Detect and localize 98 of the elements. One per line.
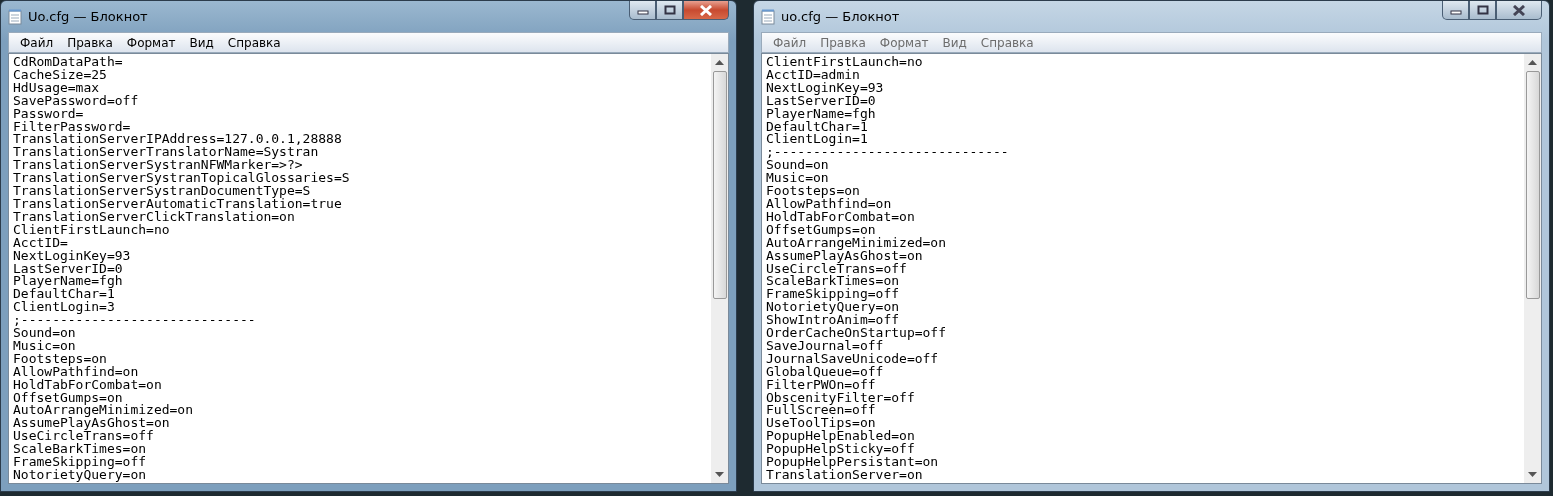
text-line: ClientFirstLaunch=no xyxy=(13,223,171,237)
text-line: FrameSkipping=off xyxy=(766,288,901,302)
text-line: Music=on xyxy=(766,172,830,186)
text-line: PopupHelpSticky=off xyxy=(766,443,915,457)
maximize-button[interactable] xyxy=(1469,1,1496,20)
close-button[interactable] xyxy=(1496,1,1542,20)
menu-item[interactable]: Правка xyxy=(60,35,120,50)
scrollbar[interactable] xyxy=(1524,54,1541,483)
text-line: JournalSaveUnicode=off xyxy=(766,352,940,366)
menu-item[interactable]: Правка xyxy=(813,35,873,50)
text-line: UseCircleTrans=off xyxy=(13,430,154,444)
text-line: HdUsage=max xyxy=(13,81,101,95)
text-line: AutoArrangeMinimized=on xyxy=(13,404,194,418)
text-line: HoldTabForCombat=on xyxy=(766,210,916,224)
text-line: LastServerID=0 xyxy=(13,262,123,276)
text-line: Footsteps=on xyxy=(13,352,108,366)
scroll-up-icon[interactable] xyxy=(715,60,724,65)
text-line: TranslationServer=on xyxy=(766,469,923,482)
text-line: CacheSize=25 xyxy=(13,68,108,82)
window-title: uo.cfg — Блокнот xyxy=(781,9,901,24)
text-line: CdRomDataPath= xyxy=(13,56,124,69)
text-line: Footsteps=on xyxy=(766,185,860,198)
text-line: ClientLogin=3 xyxy=(13,301,116,315)
notepad-icon xyxy=(8,8,22,25)
text-line: HoldTabForCombat=on xyxy=(13,378,163,392)
text-line: ObscenityFilter=off xyxy=(766,391,916,405)
text-line: AcctID=admin xyxy=(766,68,861,82)
text-line: DefaultChar=1 xyxy=(766,120,868,134)
text-line: ShowIntroAnim=off xyxy=(766,314,900,328)
menu-item[interactable]: Формат xyxy=(872,35,936,50)
text-line: AllowPathfind=on xyxy=(766,197,893,211)
text-line: PopupHelpEnabled=on xyxy=(766,430,916,444)
text-line: AllowPathfind=on xyxy=(13,365,140,379)
close-icon xyxy=(699,4,713,16)
text-line: ScaleBarkTimes=on xyxy=(13,443,148,457)
text-line: OffsetGumps=on xyxy=(13,391,123,405)
text-line: AutoArrangeMinimized=on xyxy=(766,236,947,250)
text-line: Password= xyxy=(13,107,85,121)
scroll-thumb[interactable] xyxy=(1525,71,1540,299)
scroll-thumb[interactable] xyxy=(712,71,727,299)
text-line: OrderCacheOnStartup=off xyxy=(766,327,947,340)
text-line: Sound=on xyxy=(766,159,829,173)
menu-item[interactable]: Вид xyxy=(935,35,974,50)
window-title: Uo.cfg — Блокнот xyxy=(28,9,149,24)
text-line: ;------------------------------ xyxy=(13,314,257,328)
maximize-icon xyxy=(1476,5,1489,15)
text-line: AssumePlayAsGhost=on xyxy=(13,417,170,431)
text-line: FullScreen=off xyxy=(766,404,876,418)
text-line: ;------------------------------ xyxy=(766,146,1010,160)
text-line: FilterPWOn=off xyxy=(766,378,876,392)
text-line: NotorietyQuery=on xyxy=(13,469,148,482)
text-line: NextLoginKey=93 xyxy=(13,249,132,263)
text-line: PlayerName=fgh xyxy=(13,275,124,289)
text-line: SavePassword=off xyxy=(13,94,140,108)
scroll-down-icon[interactable] xyxy=(715,472,724,477)
text-line: PopupHelpPersistant=on xyxy=(766,456,940,469)
text-line: LastServerID=0 xyxy=(766,94,876,108)
scroll-up-icon[interactable] xyxy=(1528,60,1537,65)
minimize-button[interactable] xyxy=(629,1,656,20)
text-line: TranslationServerClickTranslation=on xyxy=(13,210,296,224)
text-line: ScaleBarkTimes=on xyxy=(766,275,901,289)
text-line: AssumePlayAsGhost=on xyxy=(766,249,923,263)
text-line: Sound=on xyxy=(13,327,76,340)
text-line: TranslationServerTranslatorName=Systran xyxy=(13,146,319,160)
menu-item[interactable]: Справка xyxy=(973,35,1041,50)
text-line: TranslationServerSystranNFWMarker=>?> xyxy=(13,159,303,173)
menu-item[interactable]: Файл xyxy=(13,35,61,50)
text-line: TranslationServerSystranDocumentType=S xyxy=(13,185,311,198)
text-line: Music=on xyxy=(13,339,77,353)
maximize-icon xyxy=(663,5,676,15)
text-line: NextLoginKey=93 xyxy=(766,81,885,95)
text-line: FilterPassword= xyxy=(13,120,131,134)
text-line: ClientFirstLaunch=no xyxy=(766,56,924,69)
close-button[interactable] xyxy=(683,1,729,20)
text-line: TranslationServerIPAddress=127.0.0.1,28888 xyxy=(13,133,343,147)
close-icon xyxy=(1512,4,1526,16)
text-line: PlayerName=fgh xyxy=(766,107,877,121)
menu-item[interactable]: Формат xyxy=(119,35,183,50)
text-line: FrameSkipping=off xyxy=(13,456,148,469)
scroll-down-icon[interactable] xyxy=(1528,472,1537,477)
text-line: GlobalQueue=off xyxy=(766,365,885,379)
menu-item[interactable]: Вид xyxy=(182,35,221,50)
text-line: DefaultChar=1 xyxy=(13,288,115,302)
text-line: UseCircleTrans=off xyxy=(766,262,907,276)
text-line: ClientLogin=1 xyxy=(766,133,869,147)
text-line: OffsetGumps=on xyxy=(766,223,877,237)
scrollbar[interactable] xyxy=(711,54,728,483)
text-line: SaveJournal=off xyxy=(766,339,884,353)
text-line: TranslationServerSystranTopicalGlossaries=S xyxy=(13,172,351,186)
minimize-button[interactable] xyxy=(1442,1,1469,20)
text-line: UseToolTips=on xyxy=(766,417,876,431)
menu-item[interactable]: Файл xyxy=(766,35,814,50)
notepad-icon xyxy=(761,8,775,25)
text-line: AcctID= xyxy=(13,236,69,250)
text-line: NotorietyQuery=on xyxy=(766,301,901,315)
menu-item[interactable]: Справка xyxy=(220,35,288,50)
text-line: TranslationServerAutomaticTranslation=true xyxy=(13,197,343,211)
maximize-button[interactable] xyxy=(656,1,683,20)
